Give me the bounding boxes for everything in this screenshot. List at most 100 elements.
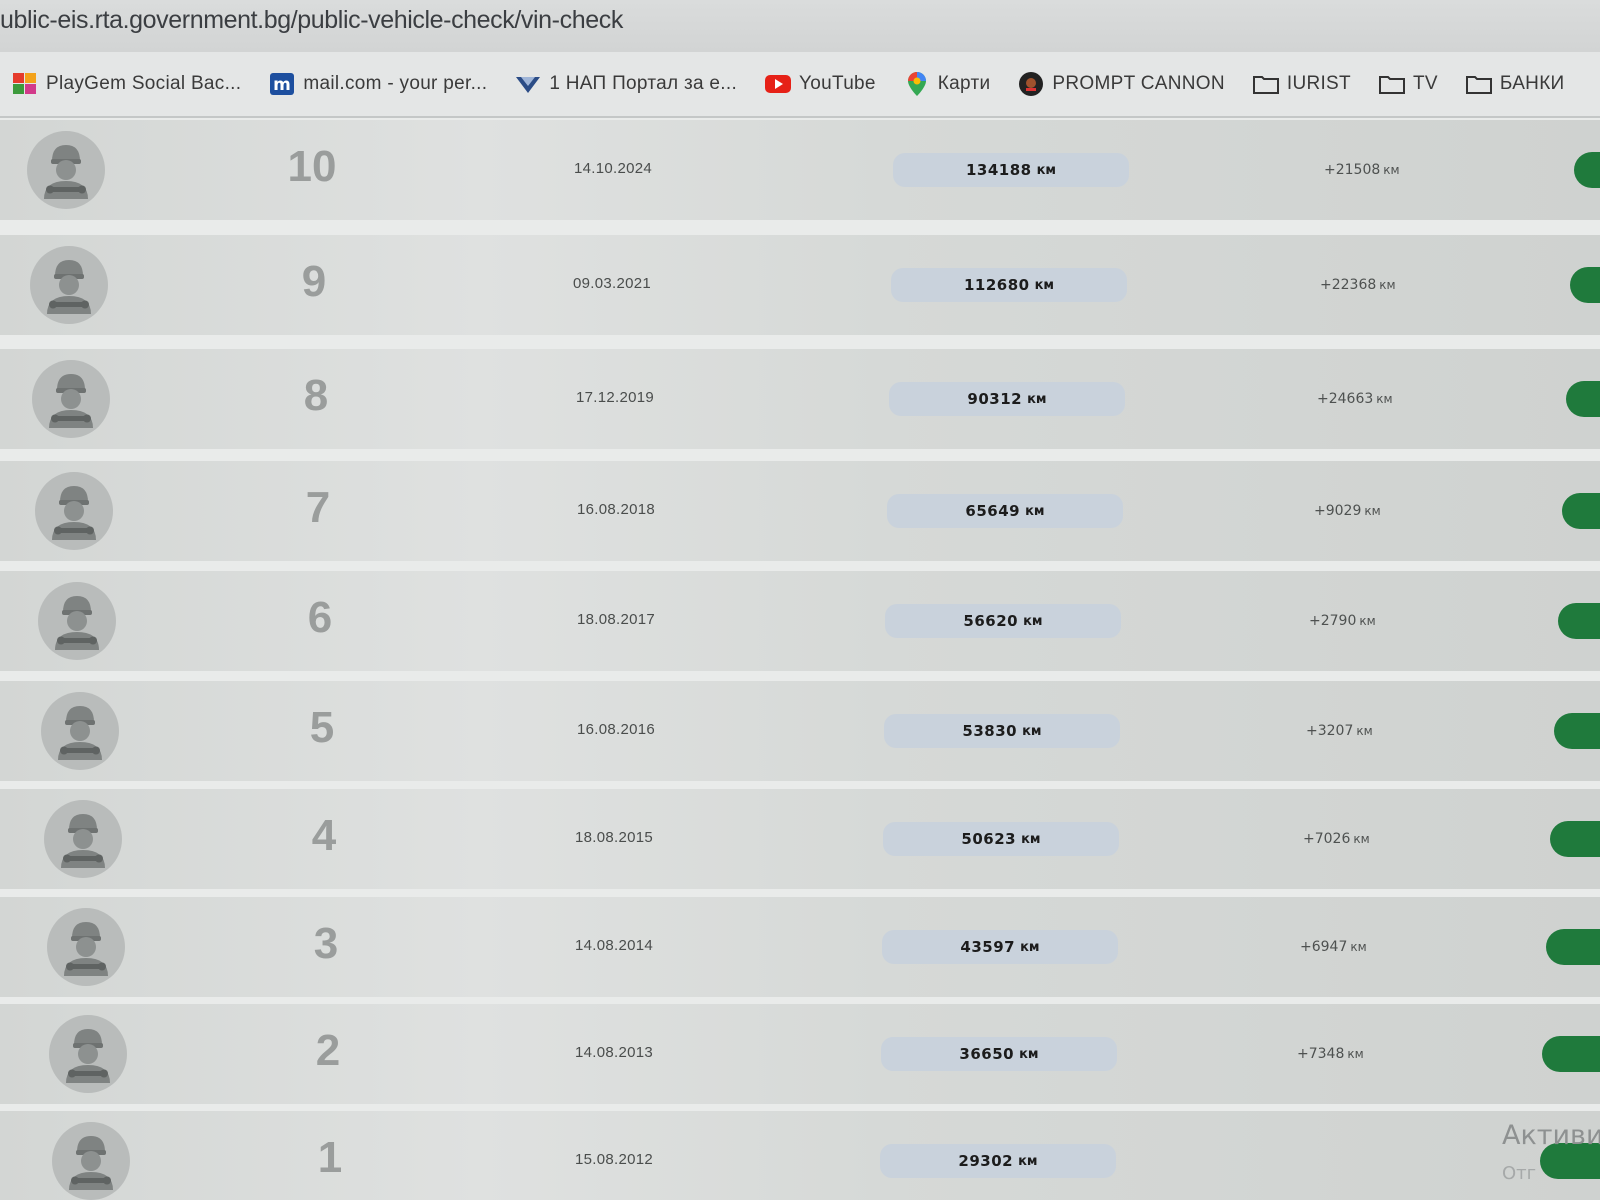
odometer-badge: 43597 км — [882, 930, 1118, 964]
mileage-difference-value: +6947 — [1300, 939, 1348, 955]
mechanic-avatar-icon — [44, 800, 122, 878]
bookmark-mailcom[interactable]: m mail.com - your per... — [269, 72, 487, 96]
mileage-difference: +21508 км — [1324, 162, 1400, 178]
bookmark-label: 1 НАП Портал за е... — [549, 73, 738, 94]
status-badge — [1566, 381, 1600, 417]
bookmark-label: mail.com - your per... — [303, 73, 488, 94]
mileage-difference-value: +2790 — [1309, 613, 1357, 629]
inspection-date: 14.08.2014 — [575, 937, 654, 954]
bookmark-label: IURIST — [1286, 73, 1351, 94]
odometer-value: 50623 — [961, 830, 1017, 848]
odometer-value: 90312 — [967, 390, 1023, 408]
odometer-badge: 112680 км — [891, 268, 1127, 302]
mileage-difference: +24663 км — [1317, 391, 1393, 407]
status-badge — [1550, 821, 1600, 857]
nap-icon — [515, 72, 541, 96]
table-row: 10 14.10.2024 134188 км +21508 км — [0, 120, 1600, 220]
inspection-number: 10 — [287, 142, 337, 191]
odometer-value: 134188 — [965, 161, 1032, 179]
odometer-value: 56620 — [963, 612, 1019, 630]
bookmark-nap[interactable]: 1 НАП Портал за е... — [515, 72, 737, 96]
mechanic-avatar-icon — [49, 1015, 127, 1093]
playgem-icon — [12, 72, 38, 96]
inspection-number: 2 — [315, 1026, 341, 1075]
inspection-number: 7 — [305, 483, 331, 532]
status-badge — [1554, 713, 1600, 749]
mechanic-avatar-icon — [38, 582, 116, 660]
mileage-difference-unit: км — [1356, 724, 1373, 738]
inspection-number: 6 — [307, 593, 333, 642]
inspection-date: 14.10.2024 — [574, 160, 653, 177]
mileage-difference: +9029 км — [1314, 503, 1381, 519]
status-badge — [1546, 929, 1600, 965]
mileage-difference-unit: км — [1379, 278, 1396, 292]
odometer-unit: км — [1018, 1153, 1038, 1169]
table-row: 5 16.08.2016 53830 км +3207 км — [0, 681, 1600, 781]
mileage-difference: +6947 км — [1300, 939, 1367, 955]
inspection-date: 17.12.2019 — [576, 389, 655, 406]
inspection-date: 15.08.2012 — [575, 1151, 654, 1168]
odometer-badge: 65649 км — [887, 494, 1123, 528]
status-badge — [1542, 1036, 1600, 1072]
mileage-difference: +7026 км — [1303, 831, 1370, 847]
mileage-difference-value: +21508 — [1324, 162, 1381, 178]
inspection-number: 1 — [317, 1133, 343, 1182]
bookmark-label: YouTube — [799, 73, 876, 94]
odometer-badge: 36650 км — [881, 1037, 1117, 1071]
mechanic-avatar-icon — [41, 692, 119, 770]
mechanic-avatar-icon — [35, 472, 113, 550]
inspection-date: 09.03.2021 — [573, 275, 652, 292]
odometer-value: 29302 — [958, 1152, 1014, 1170]
address-bar[interactable]: ublic-eis.rta.government.bg/public-vehic… — [0, 0, 1600, 52]
odometer-unit: км — [1023, 613, 1043, 629]
table-row: 1 15.08.2012 29302 км — [0, 1111, 1600, 1200]
odometer-unit: км — [1021, 831, 1041, 847]
mechanic-avatar-icon — [27, 131, 105, 209]
odometer-value: 65649 — [965, 502, 1021, 520]
bookmark-folder-banki[interactable]: БАНКИ — [1465, 72, 1565, 96]
mileage-difference-value: +7026 — [1303, 831, 1351, 847]
bookmark-label: Карти — [937, 73, 991, 94]
bookmark-folder-tv[interactable]: TV — [1378, 72, 1438, 96]
bookmark-playgem[interactable]: PlayGem Social Bac... — [12, 72, 241, 96]
mileage-difference-value: +3207 — [1306, 723, 1354, 739]
bookmark-label: БАНКИ — [1499, 73, 1565, 94]
prompt-cannon-icon — [1018, 72, 1044, 96]
mechanic-avatar-icon — [30, 246, 108, 324]
odometer-badge: 29302 км — [880, 1144, 1116, 1178]
windows-activation-watermark: Активи — [1502, 1120, 1600, 1151]
table-row: 8 17.12.2019 90312 км +24663 км — [0, 349, 1600, 449]
mileage-difference: +3207 км — [1306, 723, 1373, 739]
mileage-difference: +2790 км — [1309, 613, 1376, 629]
maps-pin-icon — [904, 72, 930, 96]
status-badge — [1570, 267, 1600, 303]
mileage-difference-unit: км — [1347, 1047, 1364, 1061]
inspection-date: 16.08.2018 — [577, 501, 656, 518]
folder-icon — [1252, 72, 1279, 96]
mileage-difference-unit: км — [1350, 940, 1367, 954]
inspection-number: 5 — [309, 703, 335, 752]
inspection-number: 8 — [303, 371, 329, 420]
mileage-difference: +22368 км — [1320, 277, 1396, 293]
bookmark-folder-iurist[interactable]: IURIST — [1252, 72, 1351, 96]
odometer-unit: км — [1025, 503, 1045, 519]
bookmark-prompt-cannon[interactable]: PROMPT CANNON — [1018, 72, 1225, 96]
inspection-date: 18.08.2015 — [575, 829, 654, 846]
status-badge — [1558, 603, 1600, 639]
svg-text:m: m — [273, 75, 291, 95]
table-row: 6 18.08.2017 56620 км +2790 км — [0, 571, 1600, 671]
bookmarks-bar: PlayGem Social Bac... m mail.com - your … — [0, 52, 1600, 118]
bookmark-maps[interactable]: Карти — [904, 72, 991, 96]
mechanic-avatar-icon — [52, 1122, 130, 1200]
mileage-history-list: 10 14.10.2024 134188 км +21508 км 9 09.03.2021 1… — [0, 118, 1600, 1200]
odometer-badge: 56620 км — [885, 604, 1121, 638]
mileage-difference-unit: км — [1353, 832, 1370, 846]
odometer-unit: км — [1019, 1046, 1039, 1062]
bookmark-youtube[interactable]: YouTube — [765, 72, 876, 96]
table-row: 3 14.08.2014 43597 км +6947 км — [0, 897, 1600, 997]
mileage-difference-value: +9029 — [1314, 503, 1362, 519]
mileage-difference-value: +22368 — [1320, 277, 1377, 293]
odometer-value: 43597 — [960, 938, 1016, 956]
table-row: 7 16.08.2018 65649 км +9029 км — [0, 461, 1600, 561]
mechanic-avatar-icon — [47, 908, 125, 986]
